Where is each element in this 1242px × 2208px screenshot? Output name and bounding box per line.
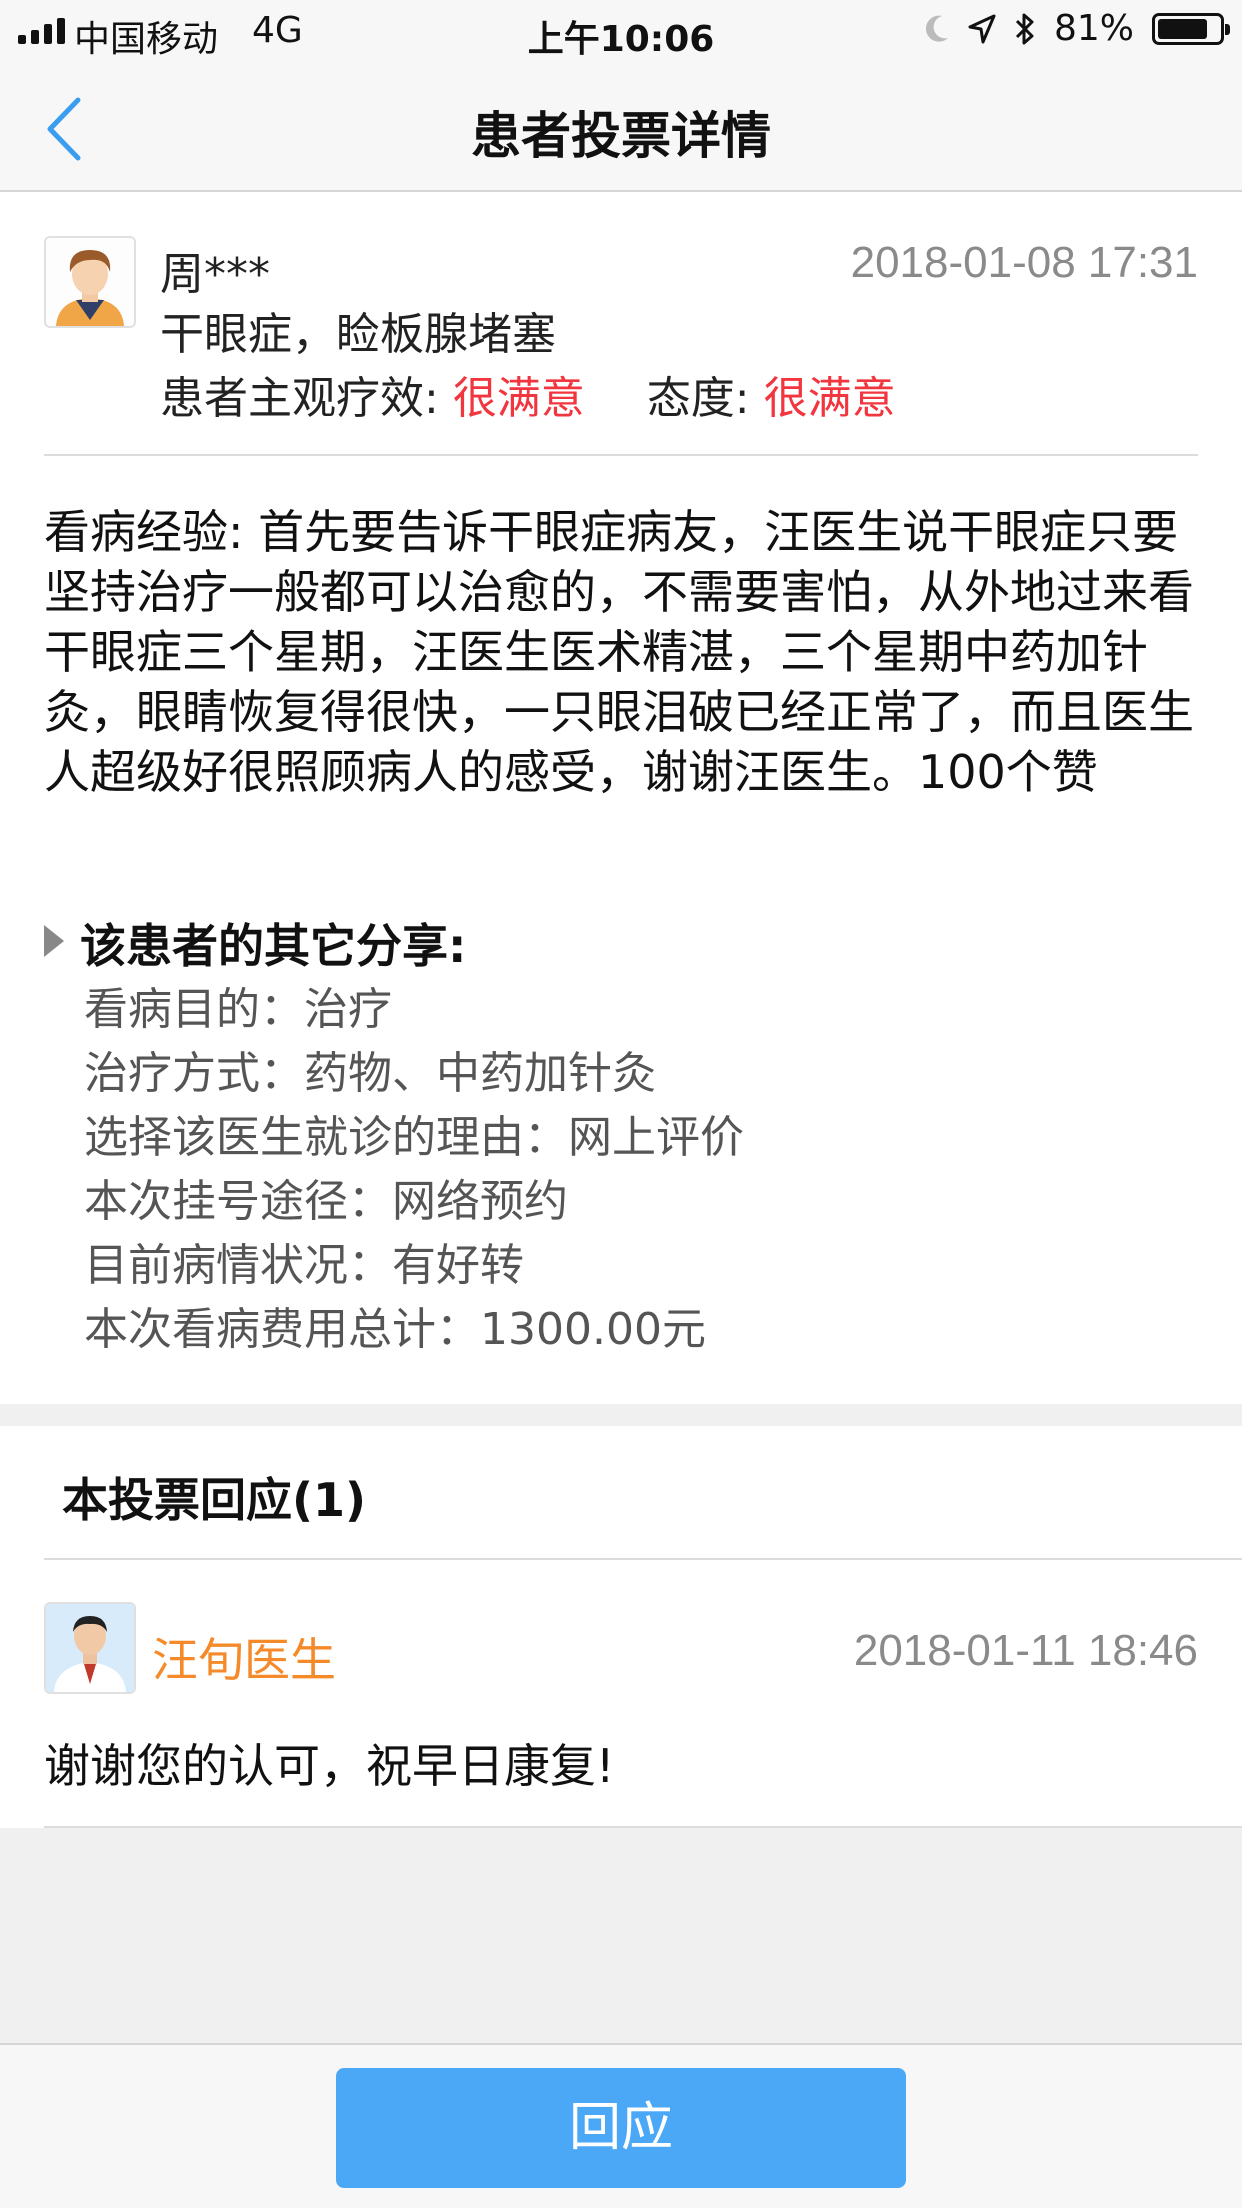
status-icons: 81% <box>924 8 1230 49</box>
expand-triangle-icon[interactable] <box>44 925 64 957</box>
moon-icon <box>925 15 948 42</box>
experience-text: 看病经验: 首先要告诉干眼症病友，汪医生说干眼症只要坚持治疗一般都可以治愈的，不… <box>44 505 1194 799</box>
list-item: 看病目的：治疗 <box>84 984 392 1035</box>
doctor-avatar-icon <box>46 1604 134 1692</box>
post-date: 2018-01-08 17:31 <box>850 238 1198 287</box>
doctor-name[interactable]: 汪旬医生 <box>152 1624 336 1690</box>
list-item: 目前病情状况：有好转 <box>84 1240 524 1291</box>
reply-button[interactable]: 回应 <box>336 2068 906 2188</box>
ratings: 患者主观疗效: 很满意 态度: 很满意 <box>160 362 896 426</box>
responses-section: 本投票回应(1) 汪旬医生 2018-01-11 18:46 谢谢您的认可，祝早… <box>0 1426 1242 1828</box>
attitude-value: 很满意 <box>763 373 896 424</box>
responses-heading: 本投票回应(1) <box>62 1473 367 1527</box>
patient-avatar-icon <box>46 238 134 326</box>
bottom-bar: 回应 <box>0 2043 1242 2208</box>
other-shares-title[interactable]: 该患者的其它分享: <box>80 910 466 976</box>
battery-percent: 81% <box>1053 8 1134 49</box>
vote-card: 周*** 2018-01-08 17:31 干眼症，睑板腺堵塞 患者主观疗效: … <box>0 192 1242 1404</box>
list-item: 选择该医生就诊的理由：网上评价 <box>84 1112 744 1163</box>
location-icon <box>968 14 996 43</box>
battery-icon <box>1152 12 1230 45</box>
divider <box>44 1826 1242 1828</box>
effect-label: 患者主观疗效: <box>160 373 453 424</box>
doctor-avatar[interactable] <box>44 1602 136 1694</box>
diagnosis: 干眼症，睑板腺堵塞 <box>160 309 556 360</box>
effect-value: 很满意 <box>452 373 585 424</box>
list-item: 本次挂号途径：网络预约 <box>84 1176 568 1227</box>
divider <box>44 1558 1242 1560</box>
list-item: 本次看病费用总计：1300.00元 <box>84 1304 706 1355</box>
patient-name: 周*** <box>160 249 270 300</box>
bluetooth-icon <box>1015 13 1034 44</box>
reply-text: 谢谢您的认可，祝早日康复! <box>44 1739 615 1793</box>
list-item: 治疗方式：药物、中药加针灸 <box>84 1048 656 1099</box>
status-bar: 中国移动 4G 上午10:06 81% <box>0 0 1242 64</box>
patient-avatar <box>44 236 136 328</box>
other-shares-list: 看病目的：治疗 治疗方式：药物、中药加针灸 选择该医生就诊的理由：网上评价 本次… <box>84 978 744 1362</box>
page-title: 患者投票详情 <box>471 107 771 165</box>
attitude-label: 态度: <box>646 373 764 424</box>
nav-bar: 患者投票详情 <box>0 64 1242 192</box>
reply-date: 2018-01-11 18:46 <box>853 1626 1198 1675</box>
divider <box>44 454 1198 456</box>
